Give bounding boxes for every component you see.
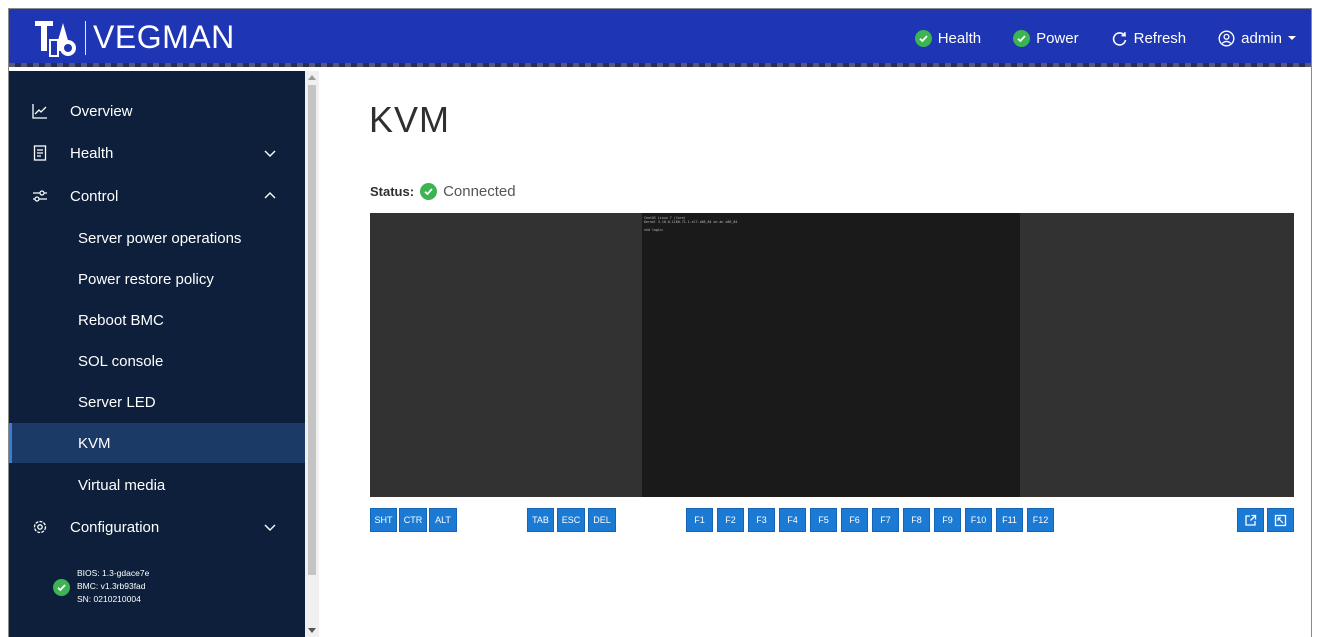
ctrl-key-button[interactable]: CTR <box>399 508 427 532</box>
sidebar-item-label: Overview <box>70 102 133 120</box>
main-content: KVM Status: Connected CentOS Linux 7 (Co… <box>319 71 1311 637</box>
power-status-label: Power <box>1036 29 1079 47</box>
terminal-output: CentOS Linux 7 (Core) Kernel 3.10.0-1160… <box>644 216 737 232</box>
chevron-up-icon <box>264 192 276 199</box>
chevron-down-icon <box>264 150 276 157</box>
f11-key-button[interactable]: F11 <box>996 508 1023 532</box>
sidebar-subitem-server-power-operations[interactable]: Server power operations <box>9 218 305 258</box>
sidebar-subitem-sol-console[interactable]: SOL console <box>9 341 305 381</box>
check-circle-icon <box>1013 29 1031 47</box>
sidebar-subitem-label: Power restore policy <box>78 270 214 288</box>
sidebar-subitem-label: Server LED <box>78 393 156 411</box>
check-circle-icon <box>420 183 438 200</box>
app-window: VEGMAN Health Power Refresh admin Overvi… <box>8 8 1312 637</box>
f10-key-button[interactable]: F10 <box>965 508 992 532</box>
f9-key-button[interactable]: F9 <box>934 508 961 532</box>
esc-key-button[interactable]: ESC <box>557 508 585 532</box>
sidebar-nav: Overview Health Control Server power ope… <box>9 71 305 637</box>
sidebar-item-label: Health <box>70 144 114 162</box>
sidebar-subitem-label: KVM <box>78 434 111 452</box>
f5-key-button[interactable]: F5 <box>810 508 837 532</box>
tab-key-button[interactable]: TAB <box>527 508 554 532</box>
status-label: Status: <box>370 184 415 199</box>
del-key-button[interactable]: DEL <box>588 508 616 532</box>
f1-key-button[interactable]: F1 <box>686 508 713 532</box>
kvm-terminal-area[interactable]: CentOS Linux 7 (Core) Kernel 3.10.0-1160… <box>642 213 1020 497</box>
power-status-button[interactable]: Power <box>1013 29 1079 47</box>
alt-key-button[interactable]: ALT <box>429 508 457 532</box>
header-actions: Health Power Refresh admin <box>883 9 1297 67</box>
clipboard-icon <box>33 145 47 161</box>
terminal-line: Kernel 3.10.0-1160.71.1.el7.x86_64 on an… <box>644 220 738 224</box>
fullscreen-icon <box>1274 514 1287 526</box>
gear-icon <box>33 520 47 534</box>
sidebar-subitem-power-restore-policy[interactable]: Power restore policy <box>9 259 305 299</box>
sidebar-subitem-virtual-media[interactable]: Virtual media <box>9 465 305 505</box>
chevron-down-icon <box>264 524 276 531</box>
sidebar-item-health[interactable]: Health <box>9 133 305 173</box>
caret-down-icon <box>1288 36 1296 40</box>
kvm-console-screen[interactable]: CentOS Linux 7 (Core) Kernel 3.10.0-1160… <box>370 213 1294 497</box>
firmware-versions: BIOS: 1.3-gdace7e BMC: v1.3rb93fad SN: 0… <box>77 567 149 606</box>
open-new-window-button[interactable] <box>1237 508 1264 532</box>
health-status-button[interactable]: Health <box>914 29 982 47</box>
connection-status: Status: Connected <box>370 183 516 200</box>
sidebar-subitem-label: Virtual media <box>78 476 166 494</box>
f2-key-button[interactable]: F2 <box>717 508 744 532</box>
status-value: Connected <box>443 183 516 200</box>
kvm-keyboard-bar: SHT CTR ALT TAB ESC DEL F1 F2 F3 F4 F5 F… <box>370 508 1294 534</box>
sidebar-scrollbar[interactable] <box>305 71 319 637</box>
sidebar-subitem-reboot-bmc[interactable]: Reboot BMC <box>9 300 305 340</box>
bmc-version: BMC: v1.3rb93fad <box>77 581 146 591</box>
health-status-label: Health <box>937 29 982 47</box>
scroll-down-arrow-icon[interactable] <box>308 628 316 633</box>
f12-key-button[interactable]: F12 <box>1027 508 1054 532</box>
logo-divider <box>85 21 86 55</box>
sidebar-subitem-label: SOL console <box>78 352 164 370</box>
sidebar-item-control[interactable]: Control <box>9 176 305 216</box>
check-circle-icon <box>53 579 70 596</box>
external-link-icon <box>1245 514 1257 526</box>
brand-logo-icon <box>35 21 76 57</box>
scrollbar-thumb[interactable] <box>308 85 316 575</box>
f4-key-button[interactable]: F4 <box>779 508 806 532</box>
brand-name: VEGMAN <box>93 19 235 55</box>
serial-number: SN: 0210210004 <box>77 594 141 604</box>
sidebar-item-overview[interactable]: Overview <box>9 91 305 131</box>
user-circle-icon <box>1218 29 1235 47</box>
terminal-line: vhd login: <box>644 228 664 232</box>
bios-version: BIOS: 1.3-gdace7e <box>77 568 150 578</box>
check-circle-icon <box>914 29 932 47</box>
sidebar-subitem-label: Server power operations <box>78 229 242 247</box>
sidebar-subitem-server-led[interactable]: Server LED <box>9 382 305 422</box>
sidebar-item-label: Control <box>70 187 119 205</box>
fullscreen-button[interactable] <box>1267 508 1294 532</box>
f3-key-button[interactable]: F3 <box>748 508 775 532</box>
top-navbar: VEGMAN Health Power Refresh admin <box>9 9 1311 67</box>
refresh-label: Refresh <box>1133 29 1187 47</box>
sidebar-item-configuration[interactable]: Configuration <box>9 507 305 547</box>
f8-key-button[interactable]: F8 <box>903 508 930 532</box>
shift-key-button[interactable]: SHT <box>370 508 397 532</box>
user-menu-label: admin <box>1241 29 1282 47</box>
page-title: KVM <box>369 99 451 140</box>
f7-key-button[interactable]: F7 <box>872 508 899 532</box>
f6-key-button[interactable]: F6 <box>841 508 868 532</box>
refresh-button[interactable]: Refresh <box>1111 29 1187 47</box>
sliders-icon <box>33 190 47 202</box>
sidebar-subitem-label: Reboot BMC <box>78 311 164 329</box>
scroll-up-arrow-icon[interactable] <box>308 75 316 80</box>
user-menu-button[interactable]: admin <box>1218 30 1297 47</box>
chart-line-icon <box>32 104 47 119</box>
refresh-icon <box>1111 30 1128 47</box>
sidebar-subitem-kvm[interactable]: KVM <box>9 423 305 463</box>
sidebar-item-label: Configuration <box>70 518 160 536</box>
